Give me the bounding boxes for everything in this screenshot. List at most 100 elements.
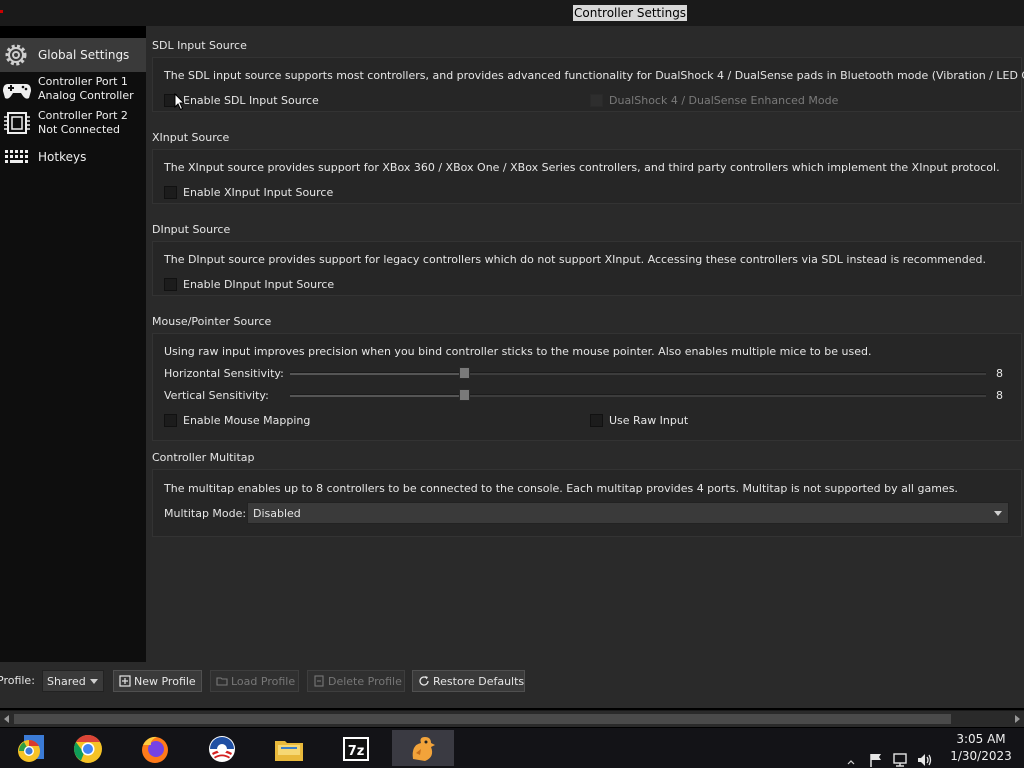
clock-time: 3:05 AM (956, 732, 1006, 746)
chrome-canary-icon[interactable] (0, 730, 62, 766)
dinput-description: The DInput source provides support for l… (164, 253, 986, 266)
load-profile-label: Load Profile (231, 675, 296, 688)
profile-label: Profile: (0, 674, 35, 687)
slider-fill (290, 373, 464, 375)
horizontal-sensitivity-label: Horizontal Sensitivity: (164, 367, 284, 380)
new-profile-button[interactable]: New Profile (113, 670, 202, 692)
multitap-mode-value: Disabled (253, 507, 301, 520)
restore-defaults-button[interactable]: Restore Defaults (412, 670, 525, 692)
profile-toolbar: Profile: Shared New Profile Load Profile… (0, 662, 1024, 708)
dinput-section: The DInput source provides support for l… (152, 241, 1022, 296)
mouse-cursor-icon (174, 93, 186, 111)
refresh-icon (419, 676, 429, 686)
profile-value: Shared (47, 675, 86, 688)
multitap-mode-label: Multitap Mode: (164, 507, 247, 520)
new-file-icon (119, 675, 131, 687)
multitap-description: The multitap enables up to 8 controllers… (164, 482, 958, 495)
sidebar-item-subtitle: Analog Controller (38, 89, 134, 102)
scroll-right-icon[interactable] (1015, 715, 1020, 723)
horizontal-sensitivity-slider[interactable] (290, 367, 986, 379)
slider-handle[interactable] (459, 367, 470, 379)
horizontal-scrollbar[interactable] (0, 710, 1024, 727)
chevron-down-icon (90, 679, 98, 684)
system-clock[interactable]: 3:05 AM 1/30/2023 (944, 731, 1018, 765)
window-edge-mark (0, 10, 3, 13)
keyboard-icon (5, 150, 28, 163)
slider-fill (290, 395, 464, 397)
horizontal-sensitivity-value: 8 (996, 367, 1003, 380)
mouse-section: Using raw input improves precision when … (152, 333, 1022, 441)
file-explorer-icon[interactable] (258, 730, 320, 766)
sdl-section: The SDL input source supports most contr… (152, 57, 1024, 112)
scrollbar-thumb[interactable] (14, 714, 951, 724)
sidebar-item-global-settings[interactable]: Global Settings (0, 38, 146, 72)
multitap-section-title: Controller Multitap (152, 451, 255, 464)
new-profile-label: New Profile (134, 675, 196, 688)
delete-profile-label: Delete Profile (328, 675, 402, 688)
firefox-icon[interactable] (124, 730, 186, 766)
xinput-section: The XInput source provides support for X… (152, 149, 1022, 204)
sidebar-item-title: Controller Port 2 (38, 109, 128, 122)
taskbar: 7z 3:05 AM 1/30/2023 (0, 728, 1024, 768)
enable-xinput-label[interactable]: Enable XInput Input Source (183, 186, 333, 199)
duckstation-icon[interactable] (392, 730, 454, 766)
volume-icon[interactable] (916, 740, 934, 768)
sidebar-item-label: Global Settings (38, 48, 130, 62)
sidebar-item-controller-port-1[interactable]: Controller Port 1 Analog Controller (0, 72, 146, 106)
chrome-canary-glyph (18, 735, 44, 762)
enable-xinput-checkbox[interactable] (164, 186, 177, 199)
sidebar-item-label: Hotkeys (38, 150, 87, 164)
load-profile-button[interactable]: Load Profile (210, 670, 299, 692)
mouse-mapping-checkbox[interactable] (164, 414, 177, 427)
chrome-glyph (74, 735, 102, 763)
sidebar-item-controller-port-2[interactable]: Controller Port 2 Not Connected (0, 106, 146, 140)
sidebar: Global Settings Controller Port 1 Analog… (0, 38, 146, 662)
profile-select[interactable]: Shared (42, 670, 104, 692)
firefox-glyph (142, 736, 168, 763)
mouse-mapping-label[interactable]: Enable Mouse Mapping (183, 414, 310, 427)
restore-defaults-label: Restore Defaults (433, 675, 525, 688)
xinput-section-title: XInput Source (152, 131, 230, 144)
dualshock-enhanced-label[interactable]: DualShock 4 / DualSense Enhanced Mode (609, 94, 838, 107)
obama-logo-icon[interactable] (191, 730, 253, 766)
enable-dinput-checkbox[interactable] (164, 278, 177, 291)
mouse-section-title: Mouse/Pointer Source (152, 315, 272, 328)
7zip-label: 7z (348, 744, 365, 759)
window-title: Controller Settings (573, 5, 688, 21)
delete-profile-button[interactable]: Delete Profile (307, 670, 405, 692)
7zip-icon[interactable]: 7z (325, 730, 387, 766)
enable-dinput-label[interactable]: Enable DInput Input Source (183, 278, 334, 291)
delete-file-icon (314, 675, 324, 687)
gamepad-icon (3, 84, 31, 99)
enable-sdl-label[interactable]: Enable SDL Input Source (183, 94, 319, 107)
vertical-sensitivity-label: Vertical Sensitivity: (164, 389, 269, 402)
file-explorer-glyph (275, 741, 303, 761)
mouse-description: Using raw input improves precision when … (164, 345, 872, 358)
raw-input-label[interactable]: Use Raw Input (609, 414, 688, 427)
sdl-description: The SDL input source supports most contr… (164, 69, 1024, 82)
duckstation-glyph (412, 737, 435, 761)
folder-open-icon (216, 677, 228, 686)
chrome-icon[interactable] (57, 730, 119, 766)
dinput-section-title: DInput Source (152, 223, 231, 236)
sdl-section-title: SDL Input Source (152, 39, 247, 52)
7zip-glyph: 7z (343, 737, 369, 761)
scroll-left-icon[interactable] (4, 715, 9, 723)
obama-logo-glyph (209, 736, 235, 762)
chevron-up-icon[interactable] (846, 742, 856, 768)
sidebar-item-subtitle: Not Connected (38, 123, 121, 136)
xinput-description: The XInput source provides support for X… (164, 161, 1000, 174)
settings-panel: SDL Input Source The SDL input source su… (146, 26, 1024, 662)
sidebar-item-hotkeys[interactable]: Hotkeys (0, 140, 146, 174)
chip-icon (4, 112, 30, 134)
flag-icon[interactable] (868, 740, 884, 768)
chevron-down-icon (994, 511, 1002, 516)
dualshock-enhanced-checkbox[interactable] (590, 94, 603, 107)
slider-handle[interactable] (459, 389, 470, 401)
network-icon[interactable] (892, 740, 910, 768)
vertical-sensitivity-slider[interactable] (290, 389, 986, 401)
clock-date: 1/30/2023 (950, 749, 1012, 763)
raw-input-checkbox[interactable] (590, 414, 603, 427)
gear-icon (5, 44, 27, 66)
multitap-mode-select[interactable]: Disabled (247, 502, 1009, 524)
